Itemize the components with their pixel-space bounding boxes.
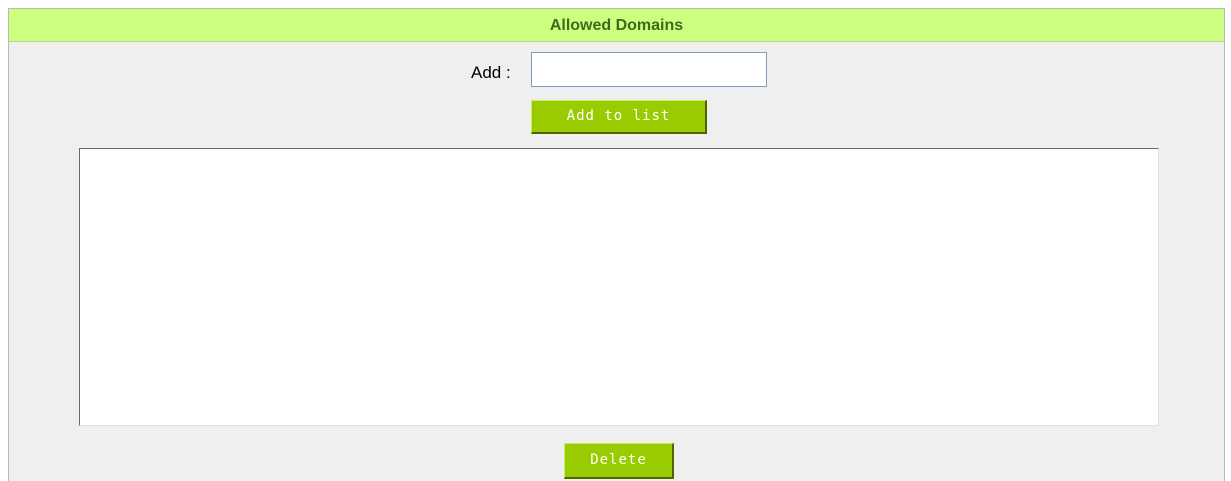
add-label: Add : <box>471 63 511 82</box>
add-to-list-button[interactable]: Add to list <box>531 100 707 134</box>
allowed-domains-panel: Allowed Domains Add : Add to list Delete <box>8 8 1225 481</box>
add-domain-input[interactable] <box>531 52 767 87</box>
domain-list[interactable] <box>79 148 1159 426</box>
panel-title: Allowed Domains <box>9 9 1224 42</box>
delete-button[interactable]: Delete <box>564 443 674 479</box>
